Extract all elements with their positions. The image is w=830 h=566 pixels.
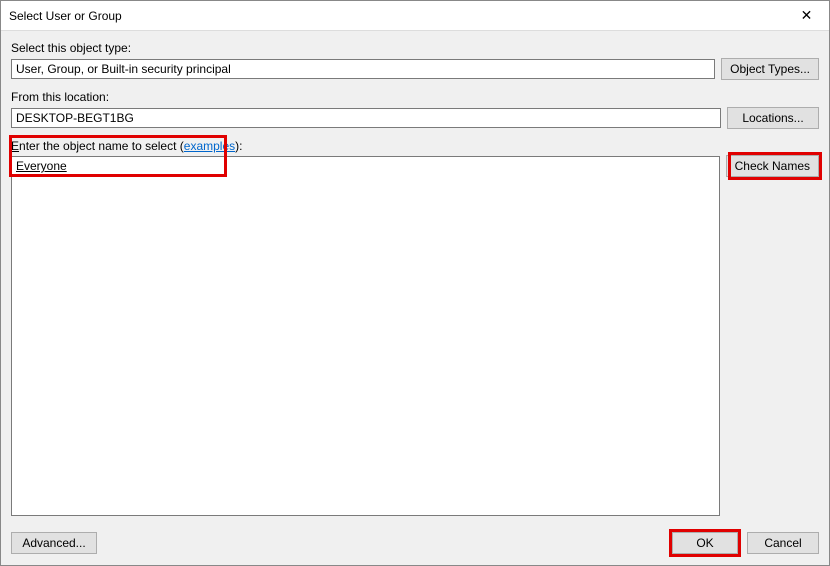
locations-button[interactable]: Locations... bbox=[727, 107, 819, 129]
ok-button[interactable]: OK bbox=[672, 532, 738, 554]
titlebar: Select User or Group ✕ bbox=[1, 1, 829, 31]
location-field: DESKTOP-BEGT1BG bbox=[11, 108, 721, 128]
highlight-ok: OK bbox=[669, 529, 741, 557]
window-title: Select User or Group bbox=[9, 9, 122, 23]
check-names-button[interactable]: Check Names bbox=[726, 155, 819, 177]
enter-name-label: Enter the object name to select (example… bbox=[11, 139, 720, 153]
advanced-button[interactable]: Advanced... bbox=[11, 532, 97, 554]
dialog-content: Select this object type: User, Group, or… bbox=[1, 31, 829, 521]
enter-name-section: Enter the object name to select (example… bbox=[11, 139, 819, 516]
close-icon: ✕ bbox=[801, 7, 813, 24]
location-section: From this location: DESKTOP-BEGT1BG Loca… bbox=[11, 90, 819, 129]
examples-link[interactable]: examples bbox=[184, 139, 235, 153]
resolved-name: Everyone bbox=[16, 159, 67, 173]
close-button[interactable]: ✕ bbox=[784, 1, 829, 31]
object-type-section: Select this object type: User, Group, or… bbox=[11, 41, 819, 80]
object-type-label: Select this object type: bbox=[11, 41, 819, 55]
object-name-input[interactable]: Everyone bbox=[11, 156, 720, 516]
object-types-button[interactable]: Object Types... bbox=[721, 58, 819, 80]
location-label: From this location: bbox=[11, 90, 819, 104]
cancel-button[interactable]: Cancel bbox=[747, 532, 819, 554]
object-type-field: User, Group, or Built-in security princi… bbox=[11, 59, 715, 79]
dialog-footer: Advanced... OK Cancel bbox=[1, 521, 829, 565]
